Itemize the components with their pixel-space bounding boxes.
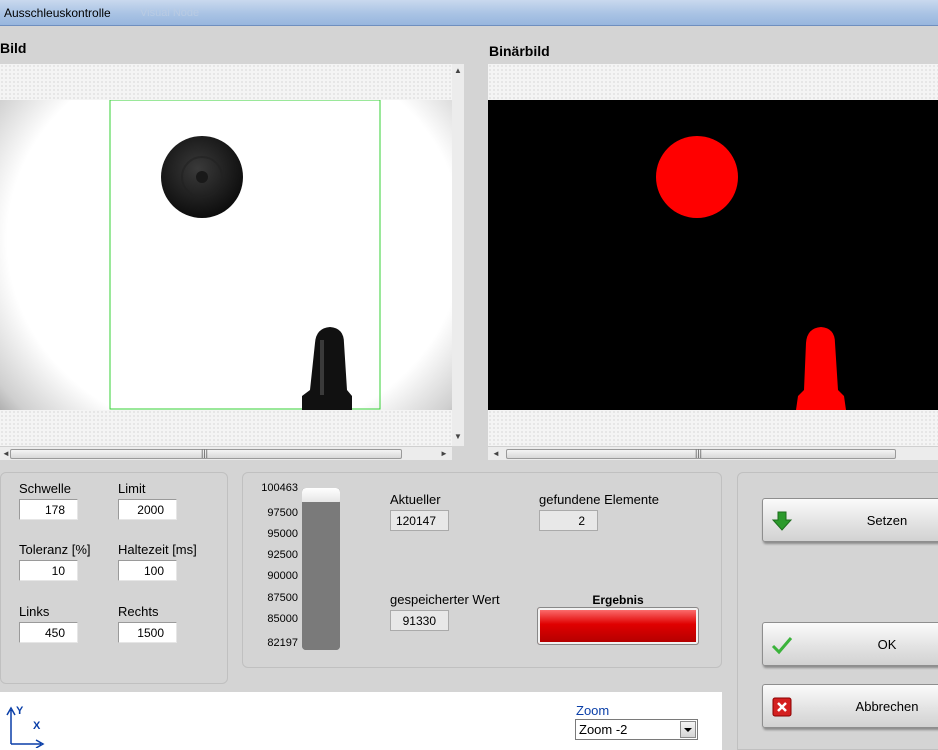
aktueller-label: Aktueller xyxy=(390,492,441,507)
schwelle-input[interactable]: 178 xyxy=(19,499,78,520)
limit-input[interactable]: 2000 xyxy=(118,499,177,520)
bild-top-margin xyxy=(0,64,452,100)
setzen-label: Setzen xyxy=(866,513,908,528)
zoom-select-value: Zoom -2 xyxy=(579,722,628,737)
chevron-down-icon[interactable] xyxy=(680,721,696,738)
limit-label: Limit xyxy=(118,481,146,496)
bild-horizontal-scrollbar[interactable]: ◄ ||| ► xyxy=(0,446,452,460)
abbrechen-label: Abbrechen xyxy=(855,699,919,714)
camera-image[interactable] xyxy=(0,100,452,410)
meter-scale: 100463 97500 95000 92500 90000 87500 850… xyxy=(246,482,298,652)
checkmark-icon xyxy=(771,637,793,655)
gespeichert-value: 91330 xyxy=(390,610,449,631)
binary-image[interactable] xyxy=(488,100,938,410)
setzen-button[interactable]: Setzen xyxy=(762,498,938,542)
window-title: Ausschleuskontrolle xyxy=(4,6,111,20)
binaerbild-label: Binärbild xyxy=(489,43,550,59)
binary-disc xyxy=(656,136,738,218)
ergebnis-label: Ergebnis xyxy=(592,593,644,607)
haltezeit-label: Haltezeit [ms] xyxy=(118,542,197,557)
title-bar: Ausschleuskontrolle Visual Node xyxy=(0,0,938,26)
zoom-select[interactable]: Zoom -2 xyxy=(575,719,698,740)
scale-label: 87500 xyxy=(267,592,298,604)
binary-pin xyxy=(796,327,846,410)
rechts-label: Rechts xyxy=(118,604,159,619)
window-title-ghost: Visual Node xyxy=(140,7,200,19)
rechts-input[interactable]: 1500 xyxy=(118,622,177,643)
scale-label: 97500 xyxy=(267,507,298,519)
level-meter xyxy=(302,488,340,650)
axis-y-label: Y xyxy=(16,705,24,717)
bild-bottom-margin xyxy=(0,410,452,446)
ok-label: OK xyxy=(877,637,897,652)
scale-label: 82197 xyxy=(267,637,298,649)
binaerbild-top-margin xyxy=(488,64,938,100)
aktueller-value: 120147 xyxy=(390,510,449,531)
abbrechen-button[interactable]: Abbrechen xyxy=(762,684,938,728)
binaerbild-horizontal-scrollbar[interactable]: ◄ ||| xyxy=(488,446,938,460)
scroll-up-icon[interactable]: ▲ xyxy=(454,66,462,75)
links-label: Links xyxy=(19,604,50,619)
scroll-down-icon[interactable]: ▼ xyxy=(454,432,462,441)
axis-x-label: X xyxy=(33,720,41,732)
pin-object xyxy=(302,327,352,410)
scale-label: 92500 xyxy=(267,549,298,561)
links-input[interactable]: 450 xyxy=(19,622,78,643)
schwelle-label: Schwelle xyxy=(19,481,72,496)
axis-icon xyxy=(6,706,45,748)
binaerbild-bottom-margin xyxy=(488,410,938,446)
bild-scroll-thumb[interactable]: ||| xyxy=(10,448,402,459)
scroll-left-icon[interactable]: ◄ xyxy=(2,449,10,458)
arrow-down-icon xyxy=(771,511,793,531)
elemente-value: 2 xyxy=(539,510,598,531)
bild-vertical-scrollbar[interactable]: ▲ ▼ xyxy=(452,64,464,446)
elemente-label: gefundene Elemente xyxy=(539,492,659,507)
toleranz-label: Toleranz [%] xyxy=(19,542,91,557)
scale-label: 95000 xyxy=(267,528,298,540)
zoom-label: Zoom xyxy=(576,703,610,718)
scroll-right-icon[interactable]: ► xyxy=(440,449,448,458)
scroll-left-icon[interactable]: ◄ xyxy=(492,449,500,458)
level-meter-fill xyxy=(302,488,340,650)
toleranz-input[interactable]: 10 xyxy=(19,560,78,581)
camera-image-svg xyxy=(109,100,381,410)
binary-image-svg xyxy=(656,136,846,410)
ok-button[interactable]: OK xyxy=(762,622,938,666)
bild-label: Bild xyxy=(0,40,27,56)
close-icon xyxy=(772,697,792,717)
scale-label: 90000 xyxy=(267,570,298,582)
scale-label: 100463 xyxy=(261,482,298,494)
gespeichert-label: gespeicherter Wert xyxy=(390,592,500,607)
binaerbild-scroll-thumb[interactable]: ||| xyxy=(506,448,896,459)
level-meter-cap xyxy=(302,488,340,502)
haltezeit-input[interactable]: 100 xyxy=(118,560,177,581)
scale-label: 85000 xyxy=(267,613,298,625)
ergebnis-indicator xyxy=(537,607,699,645)
